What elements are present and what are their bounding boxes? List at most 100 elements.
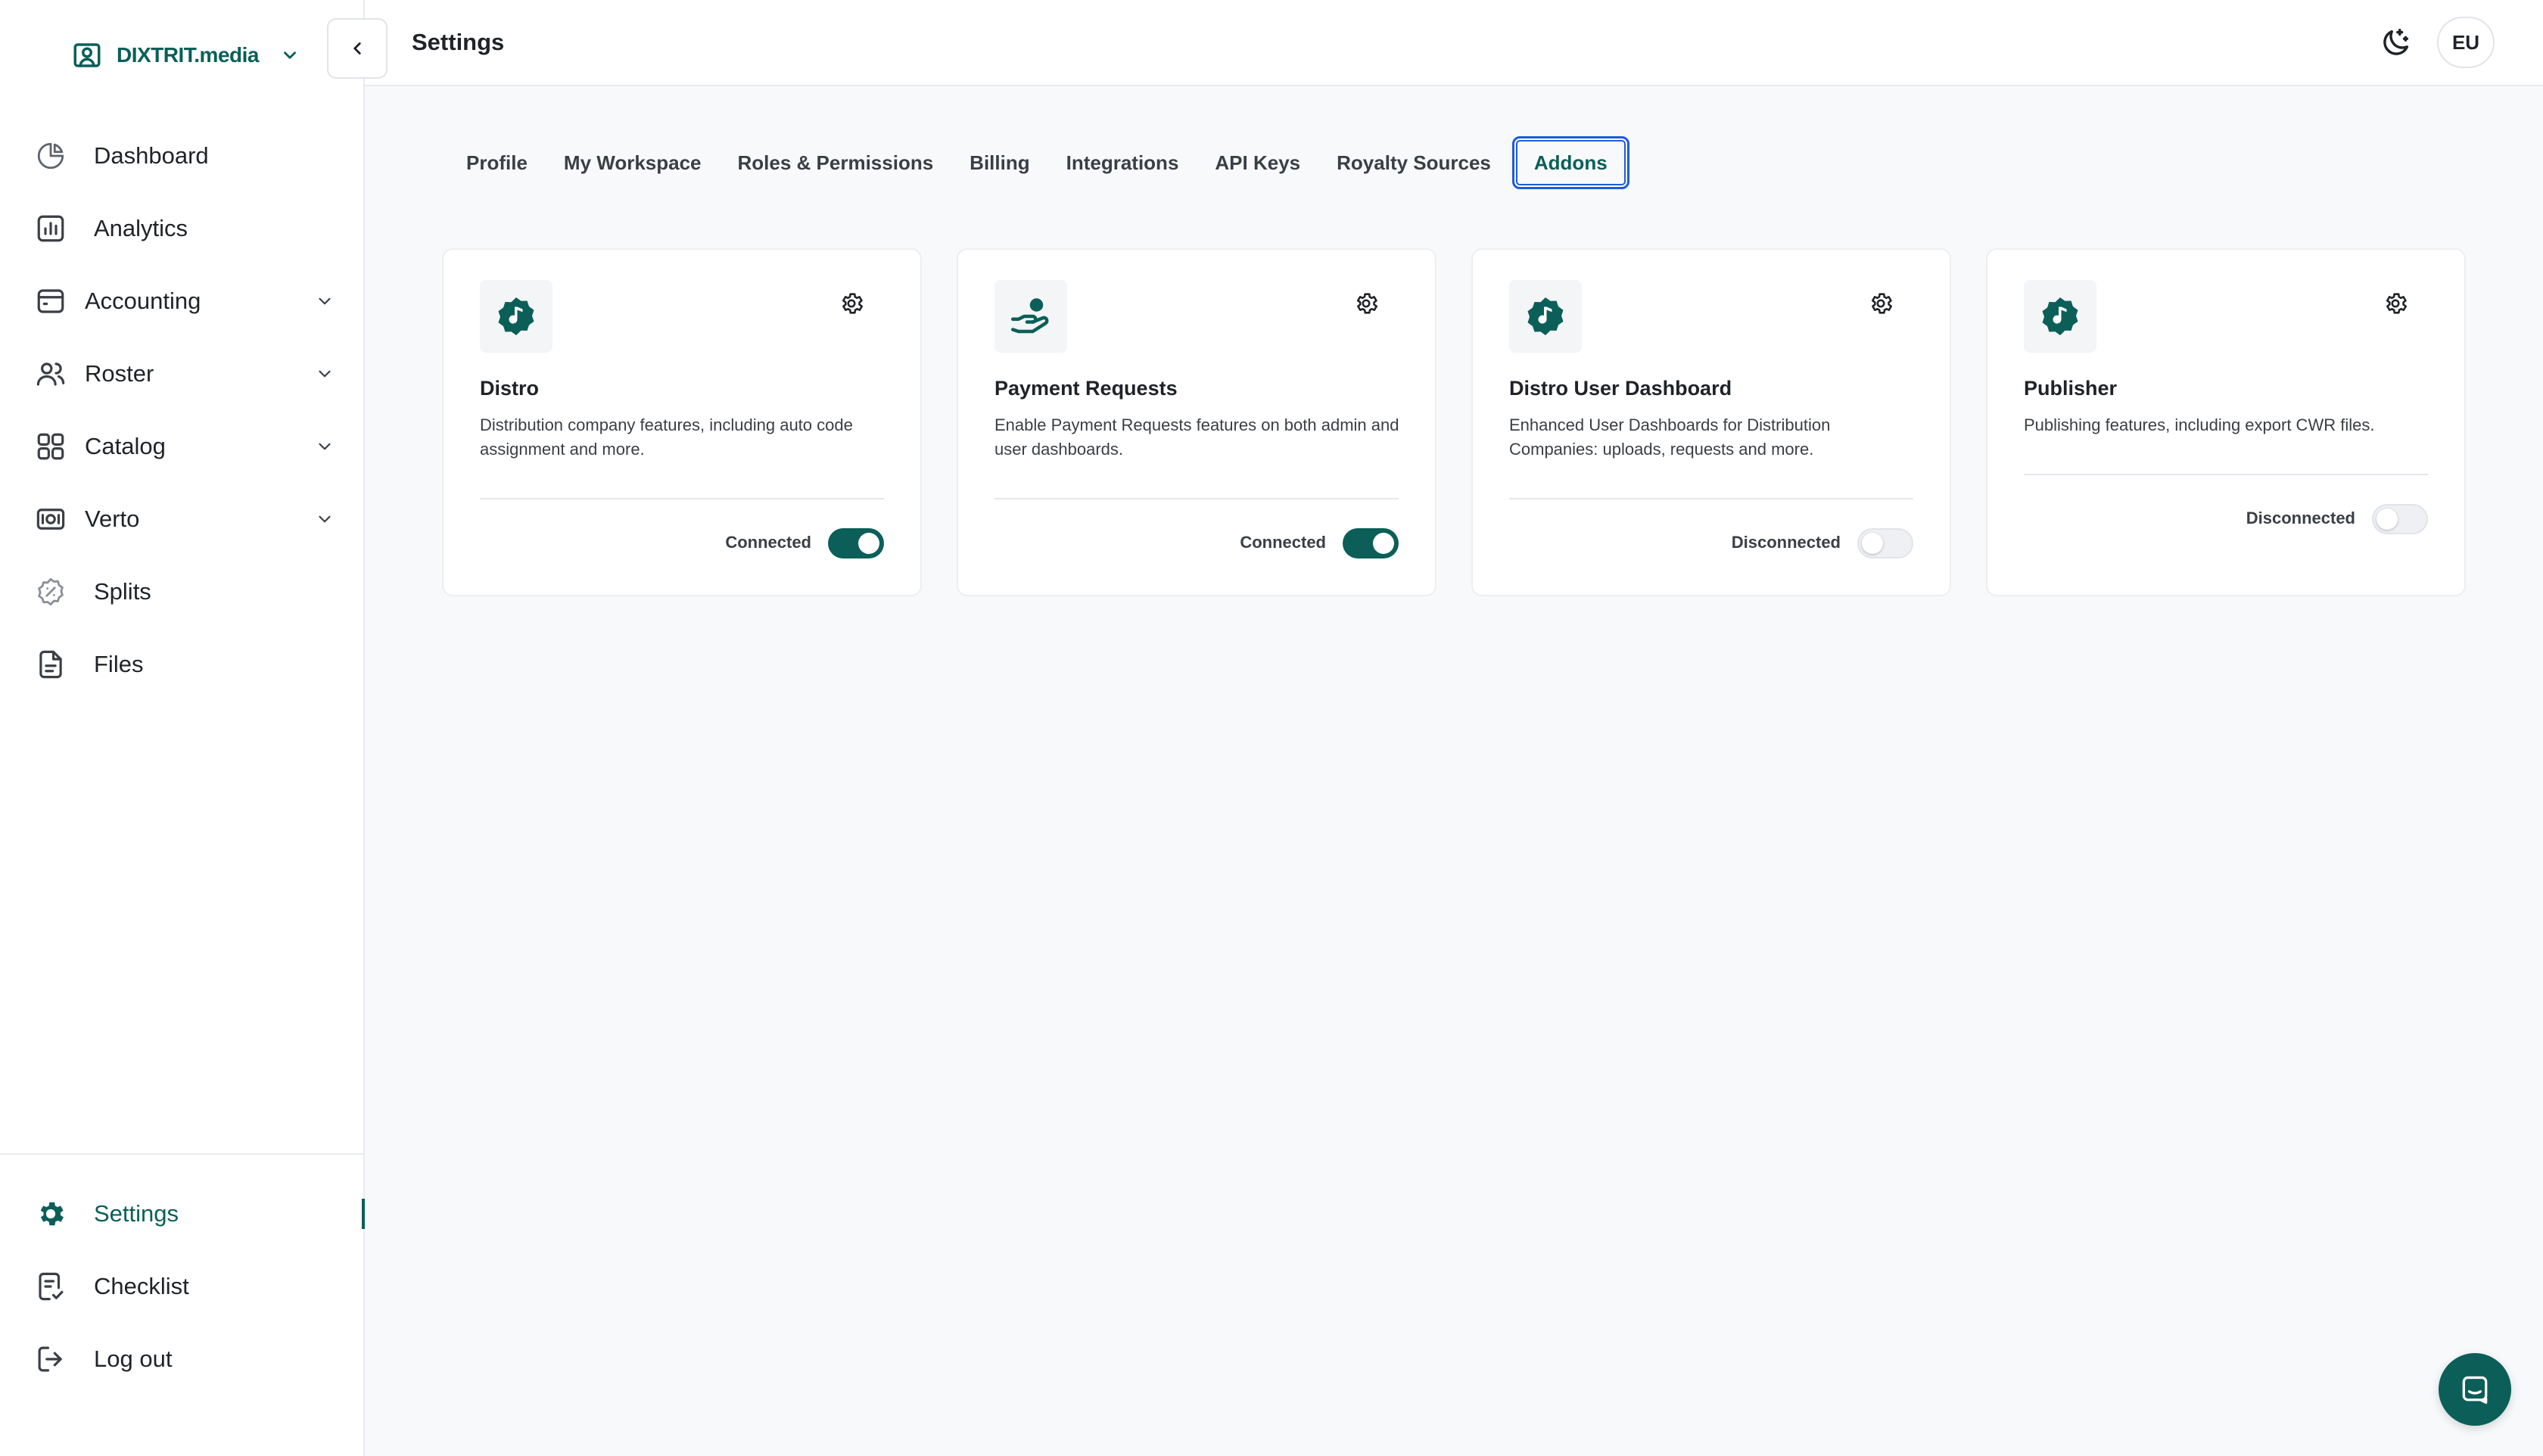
sidebar-nav: Dashboard Analytics Accounting Roster Ca… bbox=[0, 120, 365, 701]
tab-roles-permissions[interactable]: Roles & Permissions bbox=[720, 136, 952, 189]
sidebar-item-label: Verto bbox=[85, 506, 140, 532]
addon-description: Distribution company features, including… bbox=[480, 415, 853, 459]
sidebar-divider bbox=[0, 1153, 365, 1155]
tab-integrations[interactable]: Integrations bbox=[1048, 136, 1197, 189]
addon-card-payment-requests: Payment Requests Enable Payment Requests… bbox=[957, 248, 1436, 596]
sidebar-item-label: Accounting bbox=[85, 288, 201, 314]
grid-icon bbox=[37, 433, 64, 460]
chevron-down-icon bbox=[319, 515, 331, 523]
sidebar-item-dashboard[interactable]: Dashboard bbox=[0, 120, 365, 192]
settings-tabs: Profile My Workspace Roles & Permissions… bbox=[448, 136, 1629, 189]
sidebar-item-label: Splits bbox=[94, 578, 151, 605]
chat-bubble-icon bbox=[2462, 1376, 2488, 1405]
addon-toggle[interactable] bbox=[828, 528, 884, 558]
split-badge-icon bbox=[38, 577, 64, 606]
gear-icon[interactable] bbox=[1353, 291, 1379, 316]
tab-api-keys[interactable]: API Keys bbox=[1197, 136, 1318, 189]
user-avatar[interactable]: EU bbox=[2437, 17, 2495, 68]
toggle-knob bbox=[858, 533, 879, 554]
card-divider bbox=[2024, 474, 2428, 475]
chevron-down-icon bbox=[319, 443, 331, 450]
user-card-icon bbox=[73, 43, 101, 67]
addon-status: Connected bbox=[1240, 533, 1326, 552]
sidebar-bottom-nav: Settings Checklist Log out bbox=[0, 1178, 365, 1395]
card-divider bbox=[994, 498, 1399, 499]
collapse-sidebar-button[interactable] bbox=[327, 18, 388, 79]
chevron-down-icon bbox=[319, 370, 331, 378]
addon-card-publisher: Publisher Publishing features, including… bbox=[1986, 248, 2466, 596]
tab-profile[interactable]: Profile bbox=[448, 136, 546, 189]
addon-icon-box bbox=[1509, 280, 1582, 353]
addon-title: Distro bbox=[480, 377, 540, 400]
top-header: Settings EU bbox=[327, 0, 2543, 86]
app-root: DIXTRIT.media Dashboard Analytics Accoun… bbox=[0, 0, 2543, 1456]
chevron-down-icon bbox=[284, 51, 296, 59]
addon-card-distro-user-dashboard: Distro User Dashboard Enhanced User Dash… bbox=[1471, 248, 1951, 596]
addon-icon-box bbox=[994, 280, 1067, 353]
file-icon bbox=[39, 650, 62, 679]
addon-description: Enhanced User Dashboards for Distributio… bbox=[1509, 415, 1831, 459]
sidebar-item-logout[interactable]: Log out bbox=[0, 1323, 365, 1395]
music-badge-icon bbox=[2042, 297, 2078, 335]
addon-status: Disconnected bbox=[1731, 533, 1841, 552]
tab-royalty-sources[interactable]: Royalty Sources bbox=[1318, 136, 1509, 189]
sidebar-item-settings[interactable]: Settings bbox=[0, 1178, 365, 1250]
addon-toggle[interactable] bbox=[1857, 528, 1913, 558]
sidebar-item-label: Settings bbox=[94, 1200, 179, 1227]
sidebar-item-label: Analytics bbox=[94, 215, 188, 241]
addon-status: Disconnected bbox=[2246, 509, 2355, 527]
banknote-icon bbox=[36, 509, 65, 530]
toggle-knob bbox=[2376, 509, 2398, 530]
addon-card-distro: Distro Distribution company features, in… bbox=[442, 248, 922, 596]
sidebar-item-checklist[interactable]: Checklist bbox=[0, 1250, 365, 1323]
gear-icon[interactable] bbox=[1868, 291, 1894, 316]
toggle-knob bbox=[1862, 533, 1883, 554]
sidebar-item-catalog[interactable]: Catalog bbox=[0, 410, 365, 483]
page-title: Settings bbox=[412, 29, 505, 55]
addon-title: Payment Requests bbox=[994, 377, 1178, 400]
chat-launcher-button[interactable] bbox=[2439, 1353, 2511, 1426]
gear-icon[interactable] bbox=[2383, 291, 2408, 316]
sidebar-item-label: Checklist bbox=[94, 1273, 189, 1299]
tab-addons[interactable]: Addons bbox=[1511, 136, 1629, 189]
toggle-knob bbox=[1373, 533, 1394, 554]
gear-icon[interactable] bbox=[839, 291, 864, 316]
card-divider bbox=[1509, 498, 1913, 499]
chevron-down-icon bbox=[319, 297, 331, 305]
users-icon bbox=[36, 362, 65, 386]
addon-icon-box bbox=[480, 280, 552, 353]
addon-description: Publishing features, including export CW… bbox=[2024, 415, 2375, 434]
card-divider bbox=[480, 498, 884, 499]
sidebar: DIXTRIT.media Dashboard Analytics Accoun… bbox=[0, 0, 365, 1456]
addon-title: Publisher bbox=[2024, 377, 2118, 400]
hand-coin-icon bbox=[1011, 298, 1049, 334]
sidebar-item-verto[interactable]: Verto bbox=[0, 483, 365, 555]
addons-grid: Distro Distribution company features, in… bbox=[442, 248, 2466, 596]
active-indicator bbox=[362, 1199, 365, 1229]
tab-billing[interactable]: Billing bbox=[951, 136, 1047, 189]
addon-toggle[interactable] bbox=[1343, 528, 1399, 558]
music-badge-icon bbox=[1527, 297, 1564, 335]
wallet-icon bbox=[37, 289, 64, 313]
sidebar-item-analytics[interactable]: Analytics bbox=[0, 192, 365, 265]
bar-chart-icon bbox=[37, 215, 64, 242]
chevron-left-icon bbox=[353, 42, 361, 54]
sidebar-item-label: Catalog bbox=[85, 433, 166, 459]
addon-icon-box bbox=[2024, 280, 2096, 353]
tab-my-workspace[interactable]: My Workspace bbox=[546, 136, 720, 189]
workspace-switcher[interactable]: DIXTRIT.media bbox=[71, 38, 300, 73]
sidebar-item-accounting[interactable]: Accounting bbox=[0, 265, 365, 338]
pie-chart-icon bbox=[37, 142, 64, 170]
moon-stars-icon[interactable] bbox=[2378, 26, 2413, 61]
sidebar-item-label: Dashboard bbox=[94, 142, 209, 169]
sidebar-item-roster[interactable]: Roster bbox=[0, 338, 365, 410]
sidebar-item-label: Files bbox=[94, 651, 144, 677]
music-badge-icon bbox=[498, 297, 534, 335]
workspace-name: DIXTRIT.media bbox=[117, 43, 259, 67]
gear-icon bbox=[40, 1202, 64, 1226]
sidebar-item-files[interactable]: Files bbox=[0, 628, 365, 701]
addon-description: Enable Payment Requests features on both… bbox=[994, 415, 1399, 459]
sidebar-item-splits[interactable]: Splits bbox=[0, 555, 365, 628]
addon-toggle[interactable] bbox=[2372, 504, 2428, 534]
addon-title: Distro User Dashboard bbox=[1509, 377, 1732, 400]
